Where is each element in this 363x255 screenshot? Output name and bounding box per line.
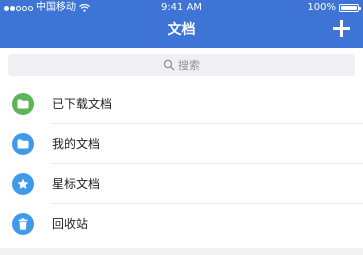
status-bar: 中国移动 9:41 AM 100% — [0, 0, 363, 16]
list-item-trash[interactable]: 回收站 — [0, 204, 363, 244]
list-item-label: 我的文档 — [52, 137, 101, 151]
list-item-label: 回收站 — [52, 217, 89, 231]
list-item-downloaded[interactable]: 已下载文档 — [0, 84, 363, 124]
search-input[interactable]: 搜索 — [8, 54, 355, 76]
trash-icon — [12, 213, 34, 235]
list-item-starred[interactable]: 星标文档 — [0, 164, 363, 204]
plus-icon[interactable] — [331, 18, 351, 38]
status-right: 100% — [307, 0, 361, 16]
page-title: 文档 — [167, 22, 196, 38]
folder-icon — [12, 93, 34, 115]
list-item-my-documents[interactable]: 我的文档 — [0, 124, 363, 164]
battery-percent: 100% — [307, 2, 336, 13]
section-divider — [0, 248, 363, 255]
search-placeholder: 搜索 — [178, 59, 200, 72]
list-item-label: 已下载文档 — [52, 97, 113, 111]
search-area: 搜索 — [0, 48, 363, 84]
list-item-label: 星标文档 — [52, 177, 101, 191]
documents-screen: 中国移动 9:41 AM 100% 文档 搜索 已下载文档 我的文档 星标文档 … — [0, 0, 363, 255]
star-icon — [12, 173, 34, 195]
folder-icon — [12, 133, 34, 155]
document-category-list: 已下载文档 我的文档 星标文档 回收站 — [0, 84, 363, 244]
battery-icon — [339, 4, 361, 12]
nav-header: 中国移动 9:41 AM 100% 文档 — [0, 0, 363, 48]
search-icon — [163, 59, 175, 71]
